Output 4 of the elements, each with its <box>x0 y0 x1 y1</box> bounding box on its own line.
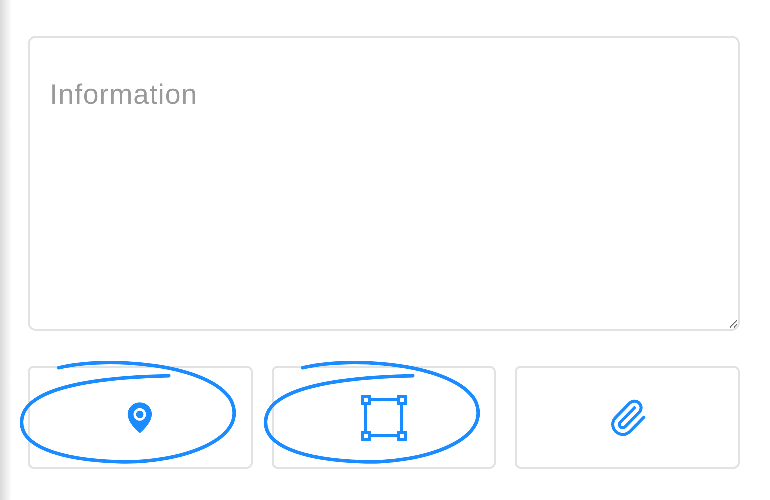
selection-square-icon <box>360 394 407 440</box>
area-button[interactable] <box>272 366 496 469</box>
information-field[interactable]: Information <box>28 36 740 331</box>
location-button[interactable] <box>28 366 253 469</box>
